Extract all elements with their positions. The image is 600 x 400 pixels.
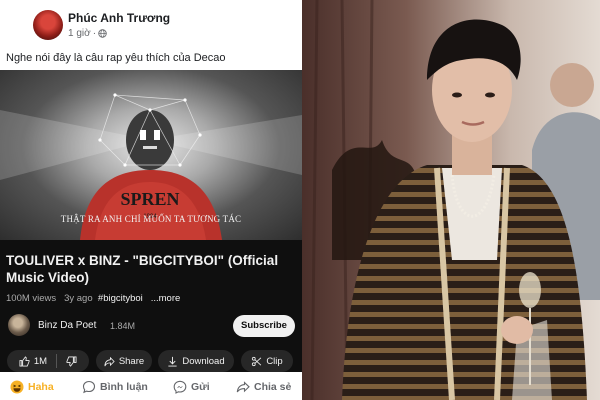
view-count: 100M views [6, 293, 57, 304]
scissors-icon [252, 356, 262, 366]
channel-name[interactable]: Binz Da Poet [38, 320, 96, 331]
subscribe-button[interactable]: Subscribe [233, 315, 295, 337]
video-action-bar: 1M Share Download Clip [0, 350, 302, 372]
download-label: Download [182, 355, 225, 367]
hashtag-link[interactable]: #bigcityboi [98, 293, 143, 304]
comment-label: Bình luận [100, 381, 148, 393]
video-title: TOULIVER x BINZ - "BIGCITYBOI" (Official… [6, 253, 279, 285]
post-time[interactable]: 1 giờ [68, 28, 91, 39]
facebook-action-bar: Haha Bình luận Gửi Chia sẻ [0, 372, 302, 400]
like-divider [56, 354, 58, 368]
author-avatar[interactable] [33, 10, 63, 40]
artist-photo [302, 0, 600, 400]
like-count[interactable]: 1M [34, 356, 47, 367]
post-header: Phúc Anh Trương 1 giờ · [0, 0, 302, 46]
comment-icon [82, 380, 96, 394]
post-meta: 1 giờ · [68, 28, 107, 39]
share-label: Share [118, 355, 145, 367]
facebook-share-button[interactable]: Chia sẻ [236, 379, 291, 395]
messenger-icon [173, 380, 187, 394]
facebook-post: Phúc Anh Trương 1 giờ · Nghe nói đây là … [0, 0, 302, 400]
meta-separator: · [92, 28, 97, 39]
comment-button[interactable]: Bình luận [82, 379, 148, 395]
globe-icon [98, 29, 107, 38]
post-caption: Nghe nói đây là câu rap yêu thích của De… [6, 52, 226, 64]
youtube-screenshot: SPREN 1994 THẬT RA ANH CHỈ MUỐN TA TƯƠNG… [0, 70, 302, 400]
haha-label: Haha [28, 381, 54, 393]
thumbs-down-icon[interactable] [66, 356, 77, 367]
upload-age: 3y ago [64, 293, 93, 304]
video-meta: 100M views 3y ago #bigcityboi ...more [6, 293, 180, 304]
facebook-share-label: Chia sẻ [254, 381, 292, 393]
like-dislike-group: 1M [7, 350, 89, 372]
more-link[interactable]: ...more [151, 293, 181, 304]
photo-illustration [302, 0, 600, 400]
download-icon [168, 356, 177, 367]
clip-button[interactable]: Clip [241, 350, 293, 372]
author-name[interactable]: Phúc Anh Trương [68, 11, 170, 25]
video-player[interactable]: SPREN 1994 THẬT RA ANH CHỈ MUỐN TA TƯƠNG… [0, 70, 302, 240]
channel-avatar[interactable] [8, 314, 30, 336]
share-arrow-icon [104, 356, 115, 366]
send-button[interactable]: Gửi [173, 379, 210, 395]
clip-label: Clip [266, 355, 283, 367]
video-subtitle: THẬT RA ANH CHỈ MUỐN TA TƯƠNG TÁC [60, 214, 242, 224]
haha-reaction-button[interactable]: Haha [10, 379, 54, 395]
shirt-print: SPREN [120, 189, 179, 209]
send-label: Gửi [191, 381, 210, 393]
facebook-share-icon [236, 381, 250, 393]
share-button[interactable]: Share [96, 350, 152, 372]
haha-emoji-icon [10, 380, 24, 394]
subscriber-count: 1.84M [110, 321, 136, 331]
thumbs-up-icon[interactable] [19, 355, 30, 367]
channel-row: Binz Da Poet 1.84M Subscribe [0, 312, 302, 342]
download-button[interactable]: Download [158, 350, 234, 372]
